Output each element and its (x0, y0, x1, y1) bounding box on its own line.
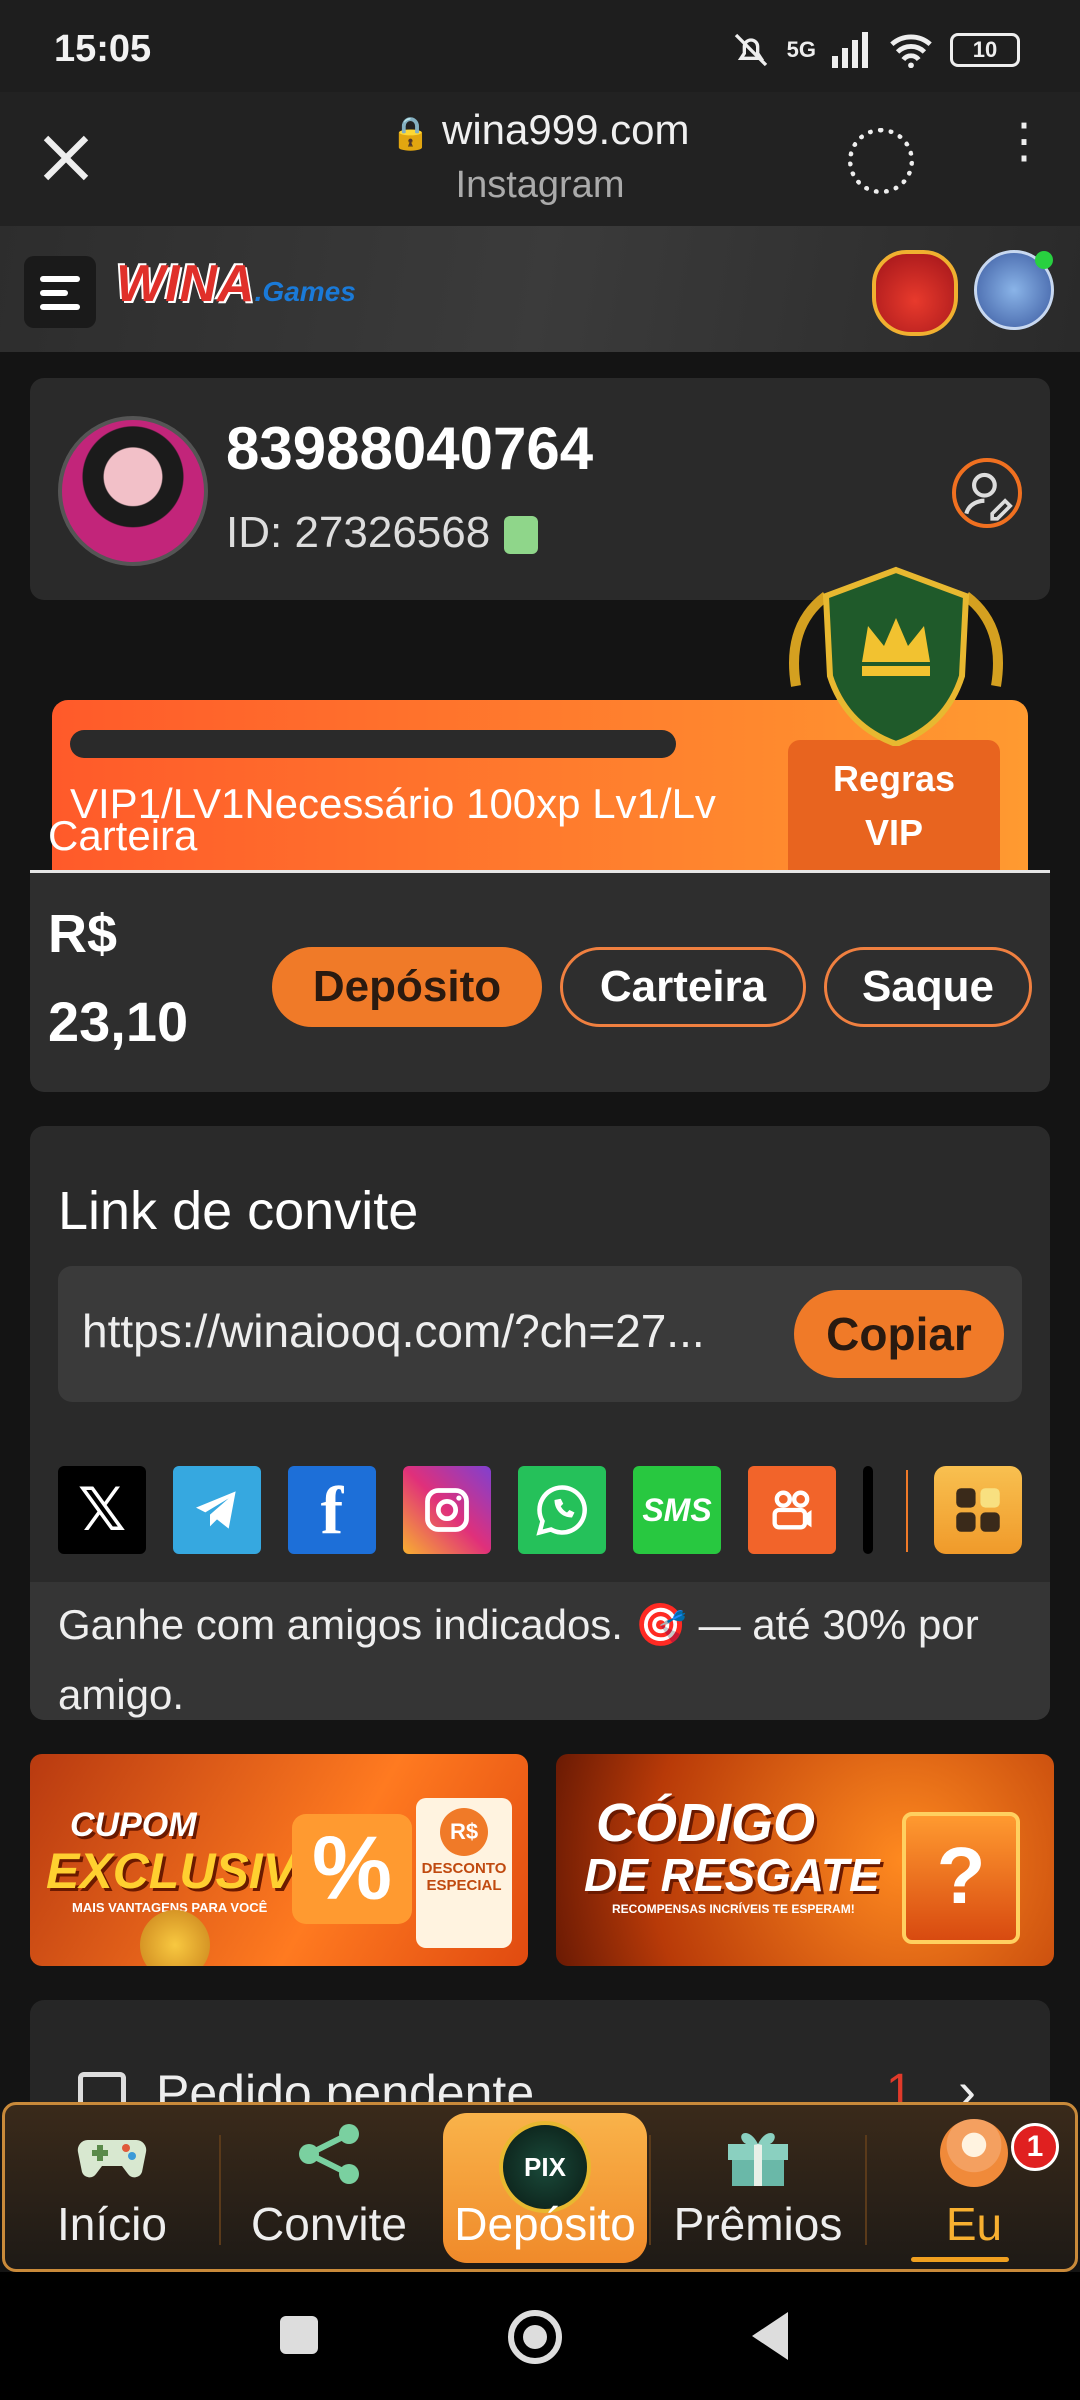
battery-level: 10 (972, 37, 998, 62)
balance-card: R$ 23,10 Depósito Carteira Saque (30, 870, 1050, 1092)
vip-shield-icon (789, 566, 1003, 746)
percent-icon: % (292, 1814, 412, 1924)
ticket-currency: R$ (440, 1808, 488, 1856)
more-options-icon[interactable]: ⋮ (1000, 118, 1048, 166)
copy-link-button[interactable]: Copiar (794, 1290, 1004, 1378)
more-share-icon[interactable] (863, 1466, 873, 1554)
withdraw-button[interactable]: Saque (824, 947, 1032, 1027)
code-tagline: RECOMPENSAS INCRÍVEIS TE ESPERAM! (612, 1902, 855, 1916)
page-url: wina999.com (442, 106, 690, 153)
mystery-box-icon: ? (902, 1812, 1020, 1944)
invite-link-box: https://winaiooq.com/?ch=27... Copiar (58, 1266, 1022, 1402)
support-avatar-icon[interactable] (974, 250, 1054, 330)
facebook-icon[interactable]: f (288, 1466, 376, 1554)
signal-icon (832, 32, 868, 68)
menu-button[interactable] (24, 256, 96, 328)
redeem-code-banner[interactable]: CÓDIGO DE RESGATE RECOMPENSAS INCRÍVEIS … (556, 1754, 1054, 1966)
vip-rules-label-1: Regras (832, 758, 956, 799)
loading-icon[interactable] (848, 128, 914, 194)
balance-currency: R$ (48, 904, 118, 964)
battery-icon: 10 (950, 33, 1020, 67)
nav-home-label: Início (57, 2198, 167, 2250)
coupon-title-1: CUPOM (70, 1806, 197, 1844)
browser-subtitle: Instagram (455, 164, 625, 206)
nav-invite[interactable]: Convite (221, 2105, 437, 2269)
nav-me-label: Eu (945, 2198, 1003, 2250)
url-bar[interactable]: 🔒 wina999.com (0, 106, 1080, 154)
nav-deposit[interactable]: PIX Depósito (443, 2113, 647, 2263)
nav-rewards[interactable]: Prêmios (651, 2105, 865, 2269)
deposit-button[interactable]: Depósito (272, 947, 542, 1027)
instagram-icon[interactable] (403, 1466, 491, 1554)
money-bag-icon[interactable] (872, 250, 958, 336)
code-title-2: DE RESGATE (584, 1849, 880, 1901)
active-tab-indicator (911, 2257, 1009, 2262)
edit-profile-icon[interactable] (952, 458, 1022, 528)
avatar[interactable] (58, 416, 208, 566)
share-icon (299, 2124, 359, 2184)
user-avatar-icon (940, 2119, 1008, 2187)
online-indicator (1035, 251, 1053, 269)
ticket-line-1: DESCONTO (421, 1860, 507, 1877)
lock-icon: 🔒 (390, 115, 431, 151)
balance-amount: 23,10 (48, 990, 189, 1053)
whatsapp-icon[interactable] (518, 1466, 606, 1554)
notification-badge: 1 (1011, 2123, 1059, 2171)
browser-toolbar: 🔒 wina999.com Instagram ⋮ (0, 92, 1080, 226)
network-label: 5G (786, 37, 816, 62)
user-id-text: ID: 27326568 (226, 508, 491, 557)
logo-suffix: .Games (254, 276, 356, 307)
back-button[interactable] (752, 2312, 788, 2360)
invite-section: Link de convite https://winaiooq.com/?ch… (30, 1126, 1050, 1720)
pix-label: PIX (524, 2151, 566, 2182)
discount-ticket: R$ DESCONTO ESPECIAL (416, 1798, 512, 1948)
user-id: ID: 27326568 (226, 508, 539, 558)
wallet-overlap-label: Carteira (48, 812, 198, 859)
gamepad-icon (77, 2139, 147, 2178)
status-bar: 15:05 5G 10 (0, 0, 1080, 92)
vip-rules-button[interactable]: Regras VIP (788, 740, 1000, 872)
share-divider (906, 1470, 908, 1552)
exclusive-coupon-banner[interactable]: CUPOM EXCLUSIVO MAIS VANTAGENS PARA VOCÊ… (30, 1754, 528, 1966)
nav-invite-label: Convite (251, 2198, 407, 2250)
invite-link[interactable]: https://winaiooq.com/?ch=27... (82, 1304, 772, 1358)
invite-title: Link de convite (58, 1181, 419, 1241)
bottom-navigation: Início Convite PIX Depósito Prêmios Eu 1 (2, 2102, 1078, 2272)
username: 83988040764 (226, 415, 594, 482)
copy-id-icon[interactable] (504, 516, 539, 555)
wifi-icon (890, 34, 932, 68)
home-button[interactable] (508, 2310, 562, 2364)
apps-grid-icon[interactable] (934, 1466, 1022, 1554)
sms-icon[interactable]: SMS (633, 1466, 721, 1554)
nav-deposit-label: Depósito (454, 2198, 636, 2250)
x-twitter-icon[interactable]: 𝕏 (58, 1466, 146, 1554)
nav-home[interactable]: Início (5, 2105, 219, 2269)
site-logo[interactable]: WINA.Games (116, 254, 356, 314)
site-header: WINA.Games (0, 226, 1080, 352)
system-navigation-bar (0, 2272, 1080, 2400)
logo-text: WINA (116, 255, 255, 313)
telegram-icon[interactable] (173, 1466, 261, 1554)
recents-button[interactable] (280, 2316, 318, 2354)
invite-description: Ganhe com amigos indicados. 🎯 — até 30% … (30, 1582, 1050, 1720)
status-time: 15:05 (54, 28, 152, 70)
vip-rules-label-2: VIP (864, 812, 924, 853)
wallet-button[interactable]: Carteira (560, 947, 806, 1027)
vip-progress-bar (70, 730, 676, 758)
kwai-icon[interactable] (748, 1466, 836, 1554)
mute-bell-icon (734, 33, 767, 67)
ticket-line-2: ESPECIAL (426, 1877, 502, 1894)
nav-rewards-label: Prêmios (673, 2198, 843, 2250)
code-title-1: CÓDIGO (596, 1793, 816, 1853)
gift-icon (728, 2133, 788, 2186)
coin-icon (140, 1910, 210, 1966)
